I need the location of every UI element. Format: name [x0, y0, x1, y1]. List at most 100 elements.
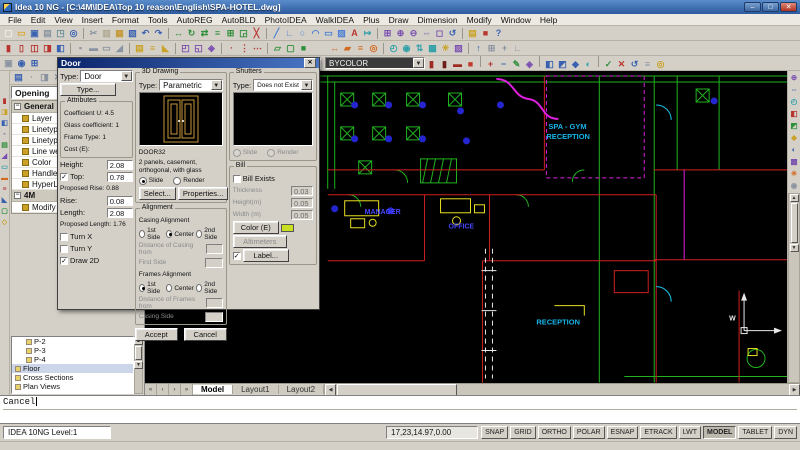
menu-photoidea[interactable]: PhotoIDEA — [261, 15, 311, 25]
region-icon[interactable]: ▱ — [271, 42, 284, 55]
layers-icon[interactable]: ▤ — [466, 27, 479, 40]
rail-tool-icon[interactable]: ≡ — [0, 185, 9, 194]
solid-icon[interactable]: ■ — [297, 42, 310, 55]
scroll-thumb[interactable] — [337, 384, 457, 396]
print-icon[interactable]: ▤ — [41, 27, 54, 40]
zoom-out-icon[interactable]: ⊖ — [407, 27, 420, 40]
minimize-button[interactable]: – — [744, 2, 761, 12]
top-view-tool-icon[interactable]: ◩ — [789, 121, 799, 131]
shade-tool-icon[interactable]: ◐ — [789, 145, 799, 155]
collapse-icon[interactable]: − — [14, 103, 21, 110]
window-tool-icon[interactable]: ◧ — [0, 119, 9, 128]
properties-button[interactable]: Properties... — [178, 187, 228, 200]
opening-icon[interactable]: ◫ — [28, 42, 41, 55]
toggle-esnap[interactable]: ESNAP — [607, 426, 639, 439]
tree-item-plan-views[interactable]: Plan Views — [12, 382, 133, 391]
measure-icon[interactable]: ⋯ — [251, 42, 264, 55]
id-point-icon[interactable]: ◎ — [367, 42, 380, 55]
menu-format[interactable]: Format — [108, 15, 143, 25]
draw-order-icon[interactable]: ▣ — [2, 57, 15, 70]
frames-center-radio[interactable] — [166, 284, 172, 292]
top-field[interactable]: 0.78 — [107, 172, 133, 182]
add-icon[interactable]: + — [484, 58, 497, 71]
boundary-icon[interactable]: ▢ — [284, 42, 297, 55]
undo-icon[interactable]: ↶ — [139, 27, 152, 40]
zoom-extents-icon[interactable]: ◻ — [433, 27, 446, 40]
brick-red-icon[interactable]: ▮ — [425, 58, 438, 71]
tab-model[interactable]: Model — [193, 385, 233, 394]
menu-view[interactable]: View — [50, 15, 76, 25]
render-tool-icon[interactable]: ▩ — [789, 157, 799, 167]
distance-icon[interactable]: ↔ — [328, 42, 341, 55]
wall-icon[interactable]: ▮ — [2, 42, 15, 55]
zoom-in-icon[interactable]: ⊕ — [394, 27, 407, 40]
menu-autoreg[interactable]: AutoREG — [173, 15, 217, 25]
scroll-track[interactable] — [458, 384, 789, 396]
arc-icon[interactable]: ◠ — [309, 27, 322, 40]
label-button[interactable]: Label... — [243, 249, 289, 262]
railing-icon[interactable]: ≡ — [146, 42, 159, 55]
color-button[interactable]: Color (E) — [233, 221, 279, 234]
accept-button[interactable]: Accept — [135, 328, 178, 341]
polyline-icon[interactable]: ∟ — [283, 27, 296, 40]
edit-icon[interactable]: ✎ — [510, 58, 523, 71]
erase-icon[interactable]: ✕ — [615, 58, 628, 71]
panel-red-icon[interactable]: ■ — [464, 58, 477, 71]
scale-icon[interactable]: ◲ — [237, 27, 250, 40]
select-icon[interactable]: ✓ — [602, 58, 615, 71]
toggle-polar[interactable]: POLAR — [573, 426, 605, 439]
command-input[interactable] — [3, 411, 797, 422]
zoom-tool-icon[interactable]: ⊕ — [789, 73, 799, 83]
slab-tool-icon[interactable]: ▭ — [0, 163, 9, 172]
orbit-3d-icon[interactable]: ◴ — [387, 42, 400, 55]
column-tool-icon[interactable]: ▪ — [0, 130, 9, 139]
rectangle-icon[interactable]: ▭ — [322, 27, 335, 40]
toggle-model[interactable]: MODEL — [703, 426, 736, 439]
scroll-thumb[interactable] — [791, 203, 798, 243]
tab-last-icon[interactable]: » — [181, 384, 193, 396]
casing-center-radio[interactable] — [166, 230, 172, 238]
tree-item-floor[interactable]: Floor — [12, 364, 133, 373]
color-combo[interactable]: BYCOLOR ▼ — [325, 57, 425, 69]
drawing-3d-type-combo[interactable]: Parametric ▼ — [159, 79, 223, 91]
space-tool-icon[interactable]: ▢ — [0, 207, 9, 216]
ramp-icon[interactable]: ◣ — [159, 42, 172, 55]
tree-item-p-4[interactable]: P-4 — [12, 355, 133, 364]
menu-dimension[interactable]: Dimension — [413, 15, 461, 25]
roof-tool-icon[interactable]: ◢ — [0, 152, 9, 161]
beam-icon[interactable]: ▬ — [87, 42, 100, 55]
close-button[interactable]: ✕ — [780, 2, 797, 12]
dialog-title-bar[interactable]: Door ✕ — [58, 58, 319, 68]
command-window[interactable]: Cancel — [0, 395, 800, 424]
cancel-button[interactable]: Cancel — [184, 328, 227, 341]
point-icon[interactable]: ∙ — [225, 42, 238, 55]
open-icon[interactable]: ▭ — [15, 27, 28, 40]
ramp-tool-icon[interactable]: ◣ — [0, 196, 9, 205]
menu-window[interactable]: Window — [497, 15, 535, 25]
match-properties-icon[interactable]: ▧ — [126, 27, 139, 40]
tab-first-icon[interactable]: « — [145, 384, 157, 396]
palette-props-icon[interactable]: ▤ — [12, 71, 25, 84]
beam-tool-icon[interactable]: ▬ — [0, 174, 9, 183]
wall-double-icon[interactable]: ▯ — [15, 42, 28, 55]
menu-tools[interactable]: Tools — [144, 15, 172, 25]
select-button[interactable]: Select... — [139, 187, 176, 200]
list-icon[interactable]: ≡ — [354, 42, 367, 55]
scroll-up-icon[interactable]: ▲ — [790, 194, 799, 202]
column-icon[interactable]: ▪ — [74, 42, 87, 55]
walk-icon[interactable]: ⇅ — [413, 42, 426, 55]
paste-icon[interactable]: ▦ — [113, 27, 126, 40]
tree-item-p-3[interactable]: P-3 — [12, 346, 133, 355]
casing-1st-side-radio[interactable] — [139, 230, 145, 238]
refresh-icon[interactable]: ↺ — [628, 58, 641, 71]
redo-icon[interactable]: ↷ — [152, 27, 165, 40]
shade-icon[interactable]: ◐ — [582, 58, 595, 71]
ucs-icon[interactable]: ∟ — [511, 42, 524, 55]
move-icon[interactable]: ↔ — [172, 27, 185, 40]
frames-1st-side-radio[interactable] — [139, 284, 145, 292]
length-field[interactable]: 2.08 — [107, 208, 133, 218]
north-icon[interactable]: ↑ — [472, 42, 485, 55]
print-preview-icon[interactable]: ◳ — [54, 27, 67, 40]
settings-icon[interactable]: ≡ — [641, 58, 654, 71]
dialog-close-icon[interactable]: ✕ — [304, 58, 316, 68]
